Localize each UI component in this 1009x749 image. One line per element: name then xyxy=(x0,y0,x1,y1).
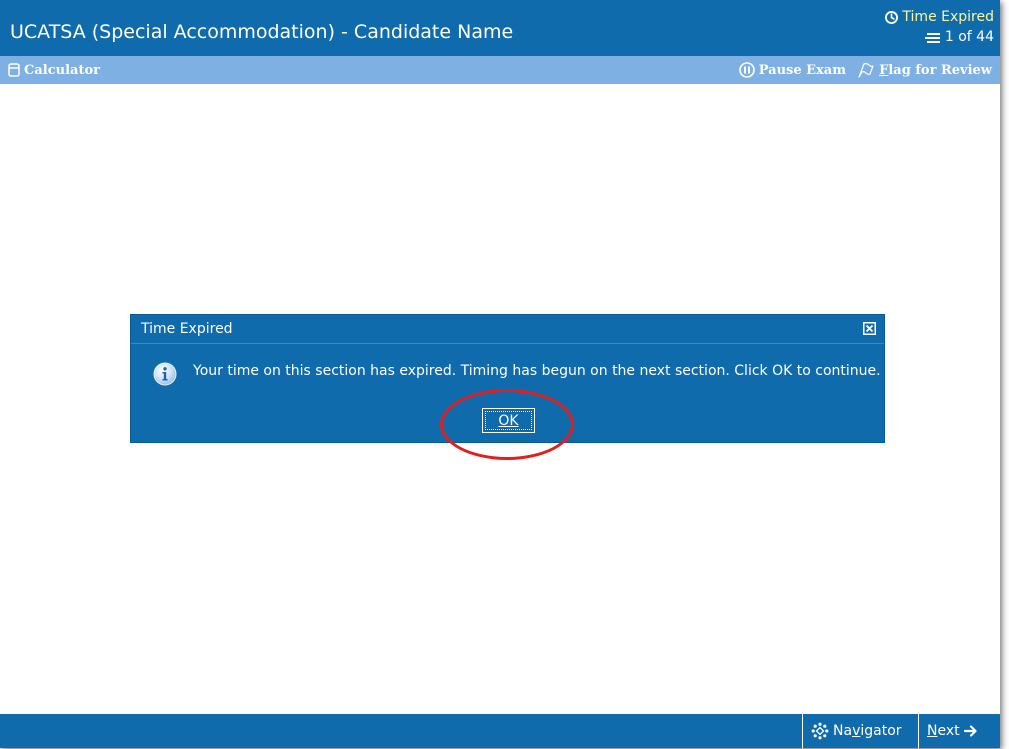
next-label: Next xyxy=(927,723,960,739)
flag-for-review-button[interactable]: Flag for Review xyxy=(857,56,992,84)
navigator-label-pre: Na xyxy=(833,723,853,739)
timer-text: Time Expired xyxy=(902,9,994,25)
dialog-title: Time Expired xyxy=(141,321,233,337)
next-hotkey: N xyxy=(927,723,938,739)
clock-icon xyxy=(885,11,899,24)
navigator-label: Navigator xyxy=(833,723,902,739)
pause-icon xyxy=(738,62,755,78)
calculator-label: Calculator xyxy=(24,62,100,78)
title-bar: UCATSA (Special Accommodation) - Candida… xyxy=(0,0,1000,56)
next-button[interactable]: Next xyxy=(918,714,1000,748)
close-icon[interactable] xyxy=(863,322,876,335)
pause-exam-button[interactable]: Pause Exam xyxy=(738,56,846,84)
calculator-button[interactable]: Calculator xyxy=(8,56,100,84)
flag-icon xyxy=(858,63,874,78)
flag-label-rest: lag for Review xyxy=(888,62,992,78)
toolbar: Calculator Pause Exam Flag for Review xyxy=(0,56,1000,84)
app-title: UCATSA (Special Accommodation) - Candida… xyxy=(10,21,514,43)
next-label-rest: ext xyxy=(937,723,960,739)
navigator-button[interactable]: Navigator xyxy=(802,714,918,748)
list-icon xyxy=(924,32,940,43)
navigator-icon xyxy=(811,722,829,740)
question-counter-text: 1 of 44 xyxy=(944,29,994,45)
timer-status: Time Expired xyxy=(885,9,994,26)
info-icon xyxy=(153,362,177,386)
pause-exam-label: Pause Exam xyxy=(758,62,846,78)
question-counter: 1 of 44 xyxy=(924,29,994,46)
navigator-label-post: igator xyxy=(860,723,902,739)
footer-bar: Navigator Next xyxy=(0,714,1000,748)
ok-button[interactable]: OK xyxy=(482,408,535,433)
calculator-icon xyxy=(8,63,20,77)
arrow-right-icon xyxy=(963,725,977,737)
dialog-divider xyxy=(131,343,884,344)
flag-hotkey: F xyxy=(879,62,889,78)
dialog-message: Your time on this section has expired. T… xyxy=(193,363,881,379)
flag-for-review-label: Flag for Review xyxy=(879,63,992,78)
app-window: UCATSA (Special Accommodation) - Candida… xyxy=(0,0,1000,748)
time-expired-dialog: Time Expired Your time on this section h… xyxy=(130,314,885,443)
